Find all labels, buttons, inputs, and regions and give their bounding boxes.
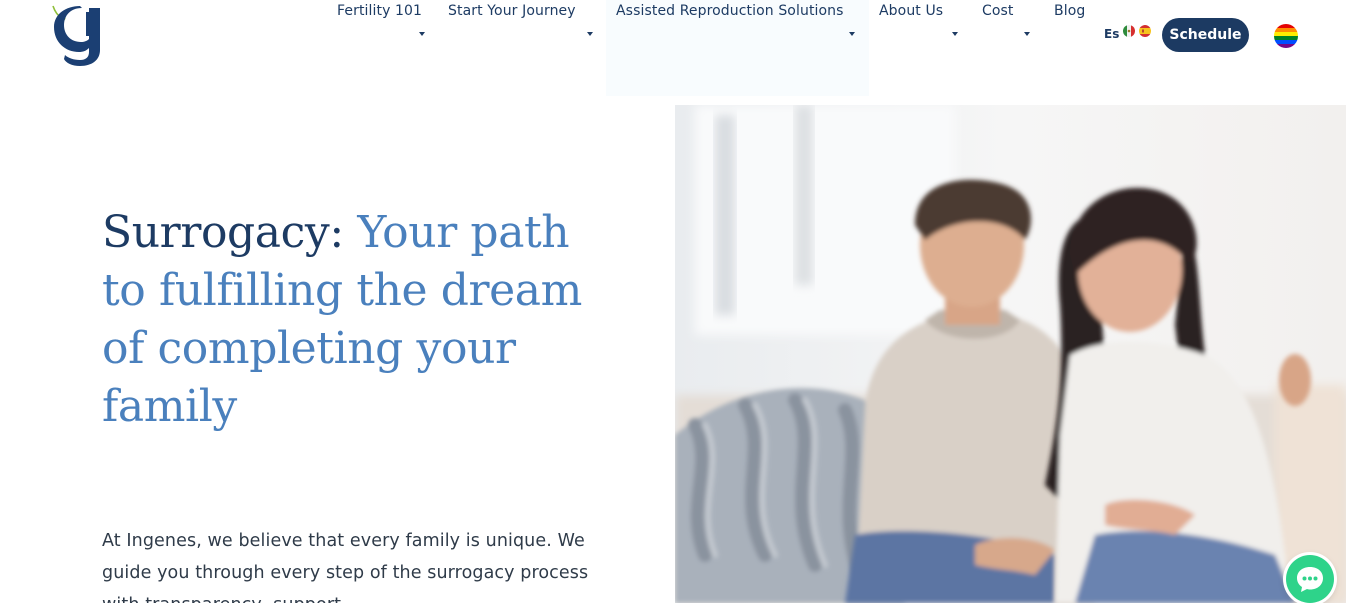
spain-flag-icon[interactable] <box>1139 25 1151 37</box>
pride-flag-icon <box>1274 24 1298 48</box>
ingenes-logo[interactable] <box>48 2 106 68</box>
hero-title: Surrogacy: Your path to fulfilling the d… <box>102 204 582 436</box>
hero-description: At Ingenes, we believe that every family… <box>102 531 589 603</box>
chevron-down-icon[interactable] <box>952 32 958 36</box>
nav-item-fertility-101[interactable]: Fertility 101 <box>337 0 422 22</box>
nav-item-blog[interactable]: Blog <box>1054 0 1085 22</box>
chat-button[interactable] <box>1286 555 1334 603</box>
nav-item-start-your-journey[interactable]: Start Your Journey <box>448 0 576 22</box>
nav-item-assisted-reproduction-solutions[interactable]: Assisted Reproduction Solutions <box>616 0 844 22</box>
hero-couple-image <box>675 105 1346 603</box>
nav-item-about-us[interactable]: About Us <box>879 0 943 22</box>
nav-item-cost[interactable]: Cost <box>982 0 1014 22</box>
chevron-down-icon[interactable] <box>419 32 425 36</box>
schedule-button[interactable]: Schedule <box>1162 18 1249 52</box>
language-switch[interactable]: Es <box>1104 24 1119 44</box>
chevron-down-icon[interactable] <box>849 32 855 36</box>
chevron-down-icon[interactable] <box>587 32 593 36</box>
page: Fertility 101 Start Your Journey Assiste… <box>0 0 1346 603</box>
hero-title-highlight: Surrogacy: <box>102 207 344 258</box>
mexico-flag-icon[interactable] <box>1123 25 1135 37</box>
chat-bubble-icon <box>1297 567 1323 592</box>
chevron-down-icon[interactable] <box>1024 32 1030 36</box>
